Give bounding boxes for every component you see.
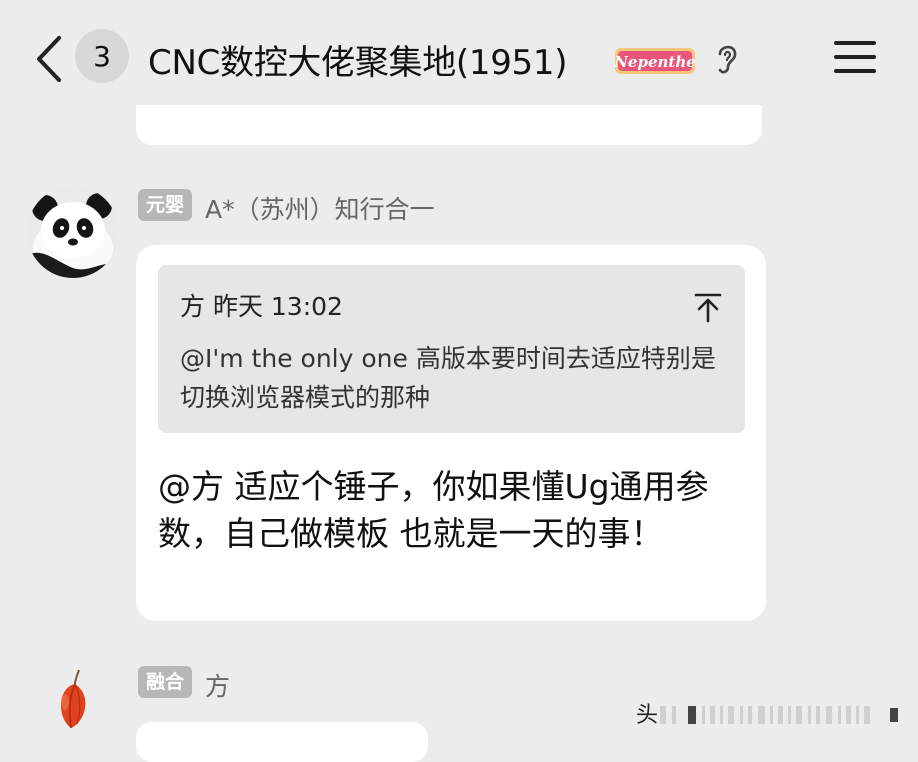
ear-icon[interactable]: [712, 40, 742, 76]
nepenthe-badge-logo: Nepenthe: [614, 48, 696, 74]
menu-icon[interactable]: [832, 38, 878, 76]
quote-author-time: 方 昨天 13:02: [180, 292, 343, 321]
sender-name[interactable]: 方: [205, 667, 230, 703]
message-text: @方 适应个锤子，你如果懂Ug通用参数，自己做模板 也就是一天的事！: [158, 467, 709, 553]
previous-message-bubble[interactable]: [136, 105, 762, 145]
watermark-barcode: [660, 706, 898, 724]
quote-text: @I'm the only one 高版本要时间去适应特别是切换浏览器模式的那种: [180, 344, 716, 412]
chat-header: 3 CNC数控大佬聚集地(1951) Nepenthe: [0, 0, 918, 112]
avatar[interactable]: [27, 186, 119, 278]
unread-count-badge[interactable]: 3: [75, 29, 129, 83]
panda-avatar-icon: [27, 186, 119, 278]
watermark-text: 头: [636, 703, 659, 728]
lantern-fruit-avatar-icon: [27, 662, 119, 754]
chat-title: CNC数控大佬聚集地(1951): [148, 43, 568, 83]
message-bubble[interactable]: 方 昨天 13:02 @I'm the only one 高版本要时间去适应特别…: [136, 245, 766, 621]
avatar[interactable]: [27, 662, 119, 754]
sender-level-tag: 元婴: [138, 189, 193, 221]
sender-level-tag: 融合: [138, 666, 193, 698]
jump-to-top-icon[interactable]: [692, 291, 724, 323]
message-bubble[interactable]: [136, 722, 428, 762]
back-arrow-icon[interactable]: [32, 34, 66, 84]
svg-text:Nepenthe: Nepenthe: [614, 53, 696, 71]
sender-name[interactable]: A*（苏州）知行合一: [205, 190, 435, 226]
quoted-message[interactable]: 方 昨天 13:02 @I'm the only one 高版本要时间去适应特别…: [158, 265, 745, 433]
